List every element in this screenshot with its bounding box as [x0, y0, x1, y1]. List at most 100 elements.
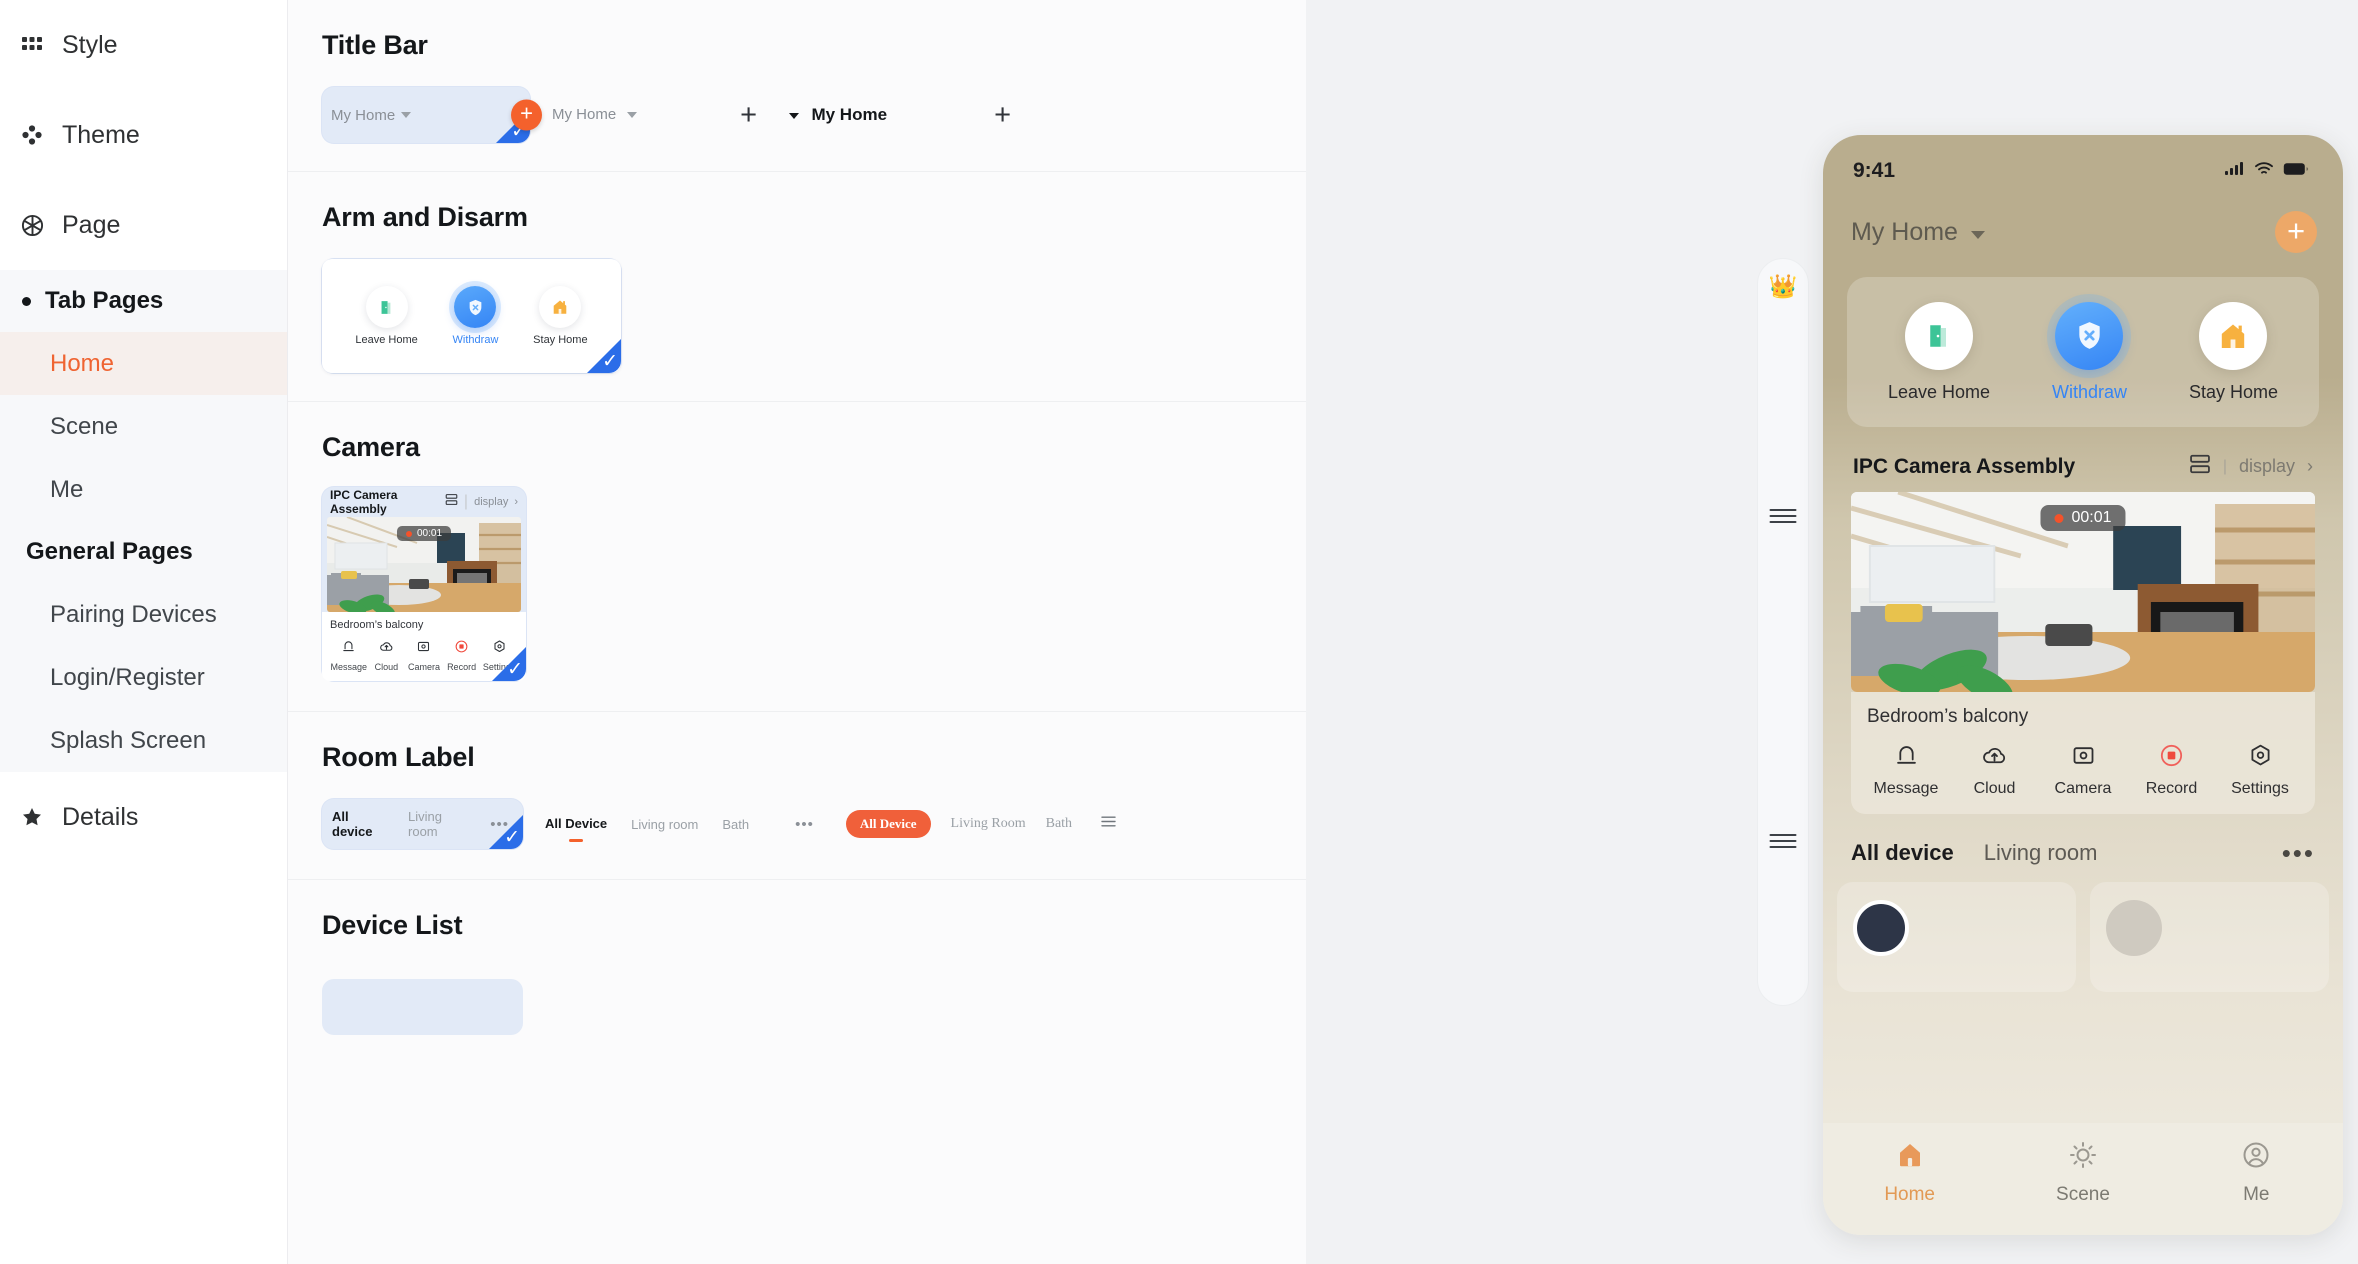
- arm-mode-leave-home[interactable]: Leave Home: [355, 286, 418, 346]
- phone-room-tab-living-room[interactable]: Living room: [1984, 840, 2098, 866]
- sidebar-item-login-register[interactable]: Login/Register: [0, 646, 287, 709]
- room-tab-all-device[interactable]: All Device: [545, 815, 608, 842]
- title-bar-variant-2[interactable]: My Home +: [548, 87, 763, 143]
- camera-action-bar: Message Cloud Camera Record Settings: [330, 639, 518, 672]
- camera-live-preview[interactable]: 00:01: [327, 517, 521, 612]
- chevron-down-icon: [789, 112, 799, 119]
- house-icon: [539, 286, 582, 328]
- drag-handle-1[interactable]: [1769, 509, 1797, 527]
- arm-mode-withdraw[interactable]: Withdraw: [453, 286, 498, 346]
- title-bar-variant-3[interactable]: My Home +: [785, 87, 1015, 143]
- phone-room-tab-all-device[interactable]: All device: [1851, 840, 1954, 866]
- add-device-button[interactable]: +: [740, 100, 757, 130]
- add-device-button[interactable]: +: [994, 100, 1011, 130]
- phone-camera-action-message[interactable]: Message: [1871, 742, 1941, 798]
- add-device-button[interactable]: +: [511, 99, 542, 131]
- sidebar-item-label: Details: [62, 802, 139, 831]
- crown-icon[interactable]: 👑: [1769, 275, 1798, 298]
- room-tab-label: All Device: [545, 816, 608, 831]
- phone-camera-action-record[interactable]: Record: [2137, 742, 2207, 798]
- sidebar-item-pairing-devices[interactable]: Pairing Devices: [0, 583, 287, 646]
- sidebar-item-theme[interactable]: Theme: [0, 90, 287, 180]
- camera-action-label: Camera: [407, 662, 440, 672]
- phone-camera-action-camera[interactable]: Camera: [2048, 742, 2118, 798]
- phone-device-card[interactable]: [1837, 882, 2076, 992]
- room-tab-all-device[interactable]: All Device: [845, 810, 931, 838]
- camera-card-title: IPC Camera Assembly: [330, 488, 398, 516]
- phone-device-card[interactable]: [2090, 882, 2329, 992]
- sidebar-item-label: Theme: [62, 120, 140, 149]
- sidebar-item-style[interactable]: Style: [0, 0, 287, 90]
- sidebar-item-label: Pairing Devices: [50, 600, 217, 628]
- room-tab-living-room[interactable]: Living Room: [951, 816, 1026, 832]
- phone-add-button[interactable]: +: [2275, 211, 2317, 253]
- editor-canvas: Title Bar My Home + ✓ My Home + My Home …: [288, 0, 1306, 1264]
- camera-icon: [2070, 742, 2097, 774]
- room-label-variant-1[interactable]: All device Living room ••• ✓: [322, 799, 523, 849]
- phone-preview: 9:41 My Home + Leave Home Withdraw Stay …: [1823, 135, 2343, 1235]
- phone-tab-label: Me: [2243, 1184, 2270, 1205]
- chevron-down-icon: [626, 111, 637, 118]
- phone-home-selector[interactable]: My Home: [1851, 218, 1986, 247]
- record-stop-icon: [454, 639, 469, 659]
- phone-camera-title: IPC Camera Assembly: [1853, 454, 2076, 478]
- phone-camera-footer: Bedroom’s balcony Message Cloud Camera R…: [1851, 692, 2315, 814]
- phone-tab-bar: Home Scene Me: [1823, 1123, 2343, 1235]
- phone-camera-display-link[interactable]: display: [2239, 456, 2295, 477]
- phone-tab-scene[interactable]: Scene: [1996, 1140, 2169, 1206]
- phone-arm-mode-stay-home[interactable]: Stay Home: [2189, 301, 2278, 403]
- sidebar-item-scene[interactable]: Scene: [0, 395, 287, 458]
- hamburger-icon[interactable]: [1100, 815, 1117, 833]
- record-dot-icon: [405, 530, 412, 537]
- camera-action-record[interactable]: Record: [443, 639, 481, 672]
- bullet-icon: [22, 296, 31, 306]
- device-list-component[interactable]: [322, 979, 523, 1035]
- room-label-variant-2[interactable]: All Device Living room Bath •••: [545, 799, 814, 849]
- room-tab-living-room[interactable]: Living room: [631, 817, 698, 832]
- phone-tab-me[interactable]: Me: [2170, 1140, 2343, 1206]
- sidebar-group-label-general-pages[interactable]: General Pages: [0, 521, 287, 583]
- phone-camera-preview[interactable]: 00:01: [1851, 492, 2315, 692]
- sidebar-item-details[interactable]: Details: [0, 772, 287, 862]
- split-layout-icon[interactable]: [445, 493, 458, 511]
- phone-camera-action-cloud[interactable]: Cloud: [1960, 742, 2030, 798]
- camera-action-camera[interactable]: Camera: [405, 639, 443, 672]
- arm-mode-label: Stay Home: [533, 334, 588, 346]
- camera-action-cloud[interactable]: Cloud: [368, 639, 406, 672]
- phone-room-more-icon[interactable]: •••: [2282, 840, 2315, 866]
- grid-icon: [18, 31, 46, 59]
- section-heading: Title Bar: [322, 30, 428, 60]
- door-icon: [365, 286, 408, 328]
- sidebar-item-home[interactable]: Home: [0, 332, 287, 395]
- phone-camera-action-settings[interactable]: Settings: [2225, 742, 2295, 798]
- camera-card-component[interactable]: IPC Camera Assembly | display › 00:01 Be…: [322, 487, 526, 681]
- phone-tab-home[interactable]: Home: [1823, 1140, 1996, 1206]
- sidebar-group-tab-pages: Tab Pages Home Scene Me General Pages Pa…: [0, 270, 287, 772]
- room-tab-living-room[interactable]: Living room: [408, 809, 472, 839]
- arm-mode-stay-home[interactable]: Stay Home: [533, 286, 588, 346]
- section-room-label: Room Label All device Living room ••• ✓ …: [288, 712, 1306, 880]
- room-tab-bath[interactable]: Bath: [722, 817, 749, 832]
- selection-check-badge: ✓: [489, 815, 523, 849]
- sidebar-item-splash-screen[interactable]: Splash Screen: [0, 709, 287, 772]
- sidebar-item-me[interactable]: Me: [0, 458, 287, 521]
- section-arm-and-disarm: Arm and Disarm Leave Home Withdraw Stay …: [288, 172, 1306, 449]
- camera-action-message[interactable]: Message: [330, 639, 368, 672]
- sidebar-group-label-tab-pages[interactable]: Tab Pages: [0, 270, 287, 332]
- phone-arm-mode-leave-home[interactable]: Leave Home: [1888, 301, 1990, 403]
- room-more-icon[interactable]: •••: [795, 816, 814, 833]
- drag-handle-2[interactable]: [1769, 834, 1797, 852]
- room-tab-bath[interactable]: Bath: [1046, 816, 1072, 832]
- title-bar-variant-1[interactable]: My Home + ✓: [322, 87, 542, 143]
- arm-variants: Leave Home Withdraw Stay Home ✓: [322, 233, 1306, 401]
- sidebar-item-label: Login/Register: [50, 663, 205, 691]
- phone-arm-mode-withdraw[interactable]: Withdraw: [2052, 301, 2127, 403]
- split-layout-icon[interactable]: [2189, 453, 2211, 480]
- room-label-variant-3[interactable]: All Device Living Room Bath: [845, 799, 1117, 849]
- recording-badge: 00:01: [396, 526, 452, 541]
- sidebar: Style Theme Page Tab Pages Home Scene Me…: [0, 0, 288, 1264]
- room-tab-all-device[interactable]: All device: [332, 809, 390, 839]
- camera-display-link[interactable]: display: [474, 496, 508, 508]
- sidebar-item-page[interactable]: Page: [0, 180, 287, 270]
- arm-and-disarm-component[interactable]: Leave Home Withdraw Stay Home ✓: [322, 259, 621, 373]
